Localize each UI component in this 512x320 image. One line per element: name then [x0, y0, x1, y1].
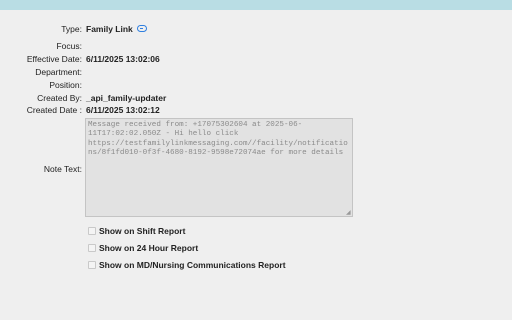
checkbox-shift-report-box[interactable] — [88, 226, 96, 235]
note-text-label: Note Text: — [43, 164, 82, 174]
field-created-by-label: Created By: — [37, 93, 82, 103]
field-department: Department: — [0, 66, 200, 78]
field-effective-date: Effective Date: 6/11/2025 13:02:06 — [0, 53, 250, 65]
field-type-value: Family Link — [86, 23, 147, 35]
field-type-label: Type: — [61, 24, 82, 34]
checkbox-md-nursing-report[interactable]: Show on MD/Nursing Communications Report — [88, 259, 286, 271]
checkbox-24-hour-report-box[interactable] — [88, 243, 96, 252]
field-effective-date-value: 6/11/2025 13:02:06 — [86, 54, 160, 64]
field-position: Position: — [0, 79, 200, 91]
checkbox-shift-report[interactable]: Show on Shift Report — [88, 225, 185, 237]
field-type: Type: Family Link — [0, 23, 200, 35]
checkbox-24-hour-report-label[interactable]: Show on 24 Hour Report — [99, 243, 198, 253]
link-icon[interactable] — [136, 25, 147, 33]
top-header-bar — [0, 0, 512, 10]
note-text-area[interactable]: Message received from: +17075302604 at 2… — [85, 118, 353, 217]
field-department-label: Department: — [35, 67, 82, 77]
field-created-date: Created Date : 6/11/2025 13:02:12 — [0, 104, 250, 116]
field-created-by-value: _api_family-updater — [86, 93, 167, 103]
checkbox-24-hour-report[interactable]: Show on 24 Hour Report — [88, 242, 198, 254]
field-focus-label: Focus: — [56, 41, 82, 51]
resize-grip-icon[interactable]: ◢ — [346, 210, 352, 216]
checkbox-shift-report-label[interactable]: Show on Shift Report — [99, 226, 185, 236]
field-focus: Focus: — [0, 40, 200, 52]
field-effective-date-label: Effective Date: — [26, 54, 82, 64]
field-created-by: Created By: _api_family-updater — [0, 92, 250, 104]
type-value-text: Family Link — [86, 24, 133, 34]
field-created-date-value: 6/11/2025 13:02:12 — [86, 105, 160, 115]
checkbox-md-nursing-report-box[interactable] — [88, 260, 96, 269]
field-created-date-label: Created Date : — [26, 105, 82, 115]
checkbox-md-nursing-report-label[interactable]: Show on MD/Nursing Communications Report — [99, 260, 286, 270]
field-position-label: Position: — [49, 80, 82, 90]
